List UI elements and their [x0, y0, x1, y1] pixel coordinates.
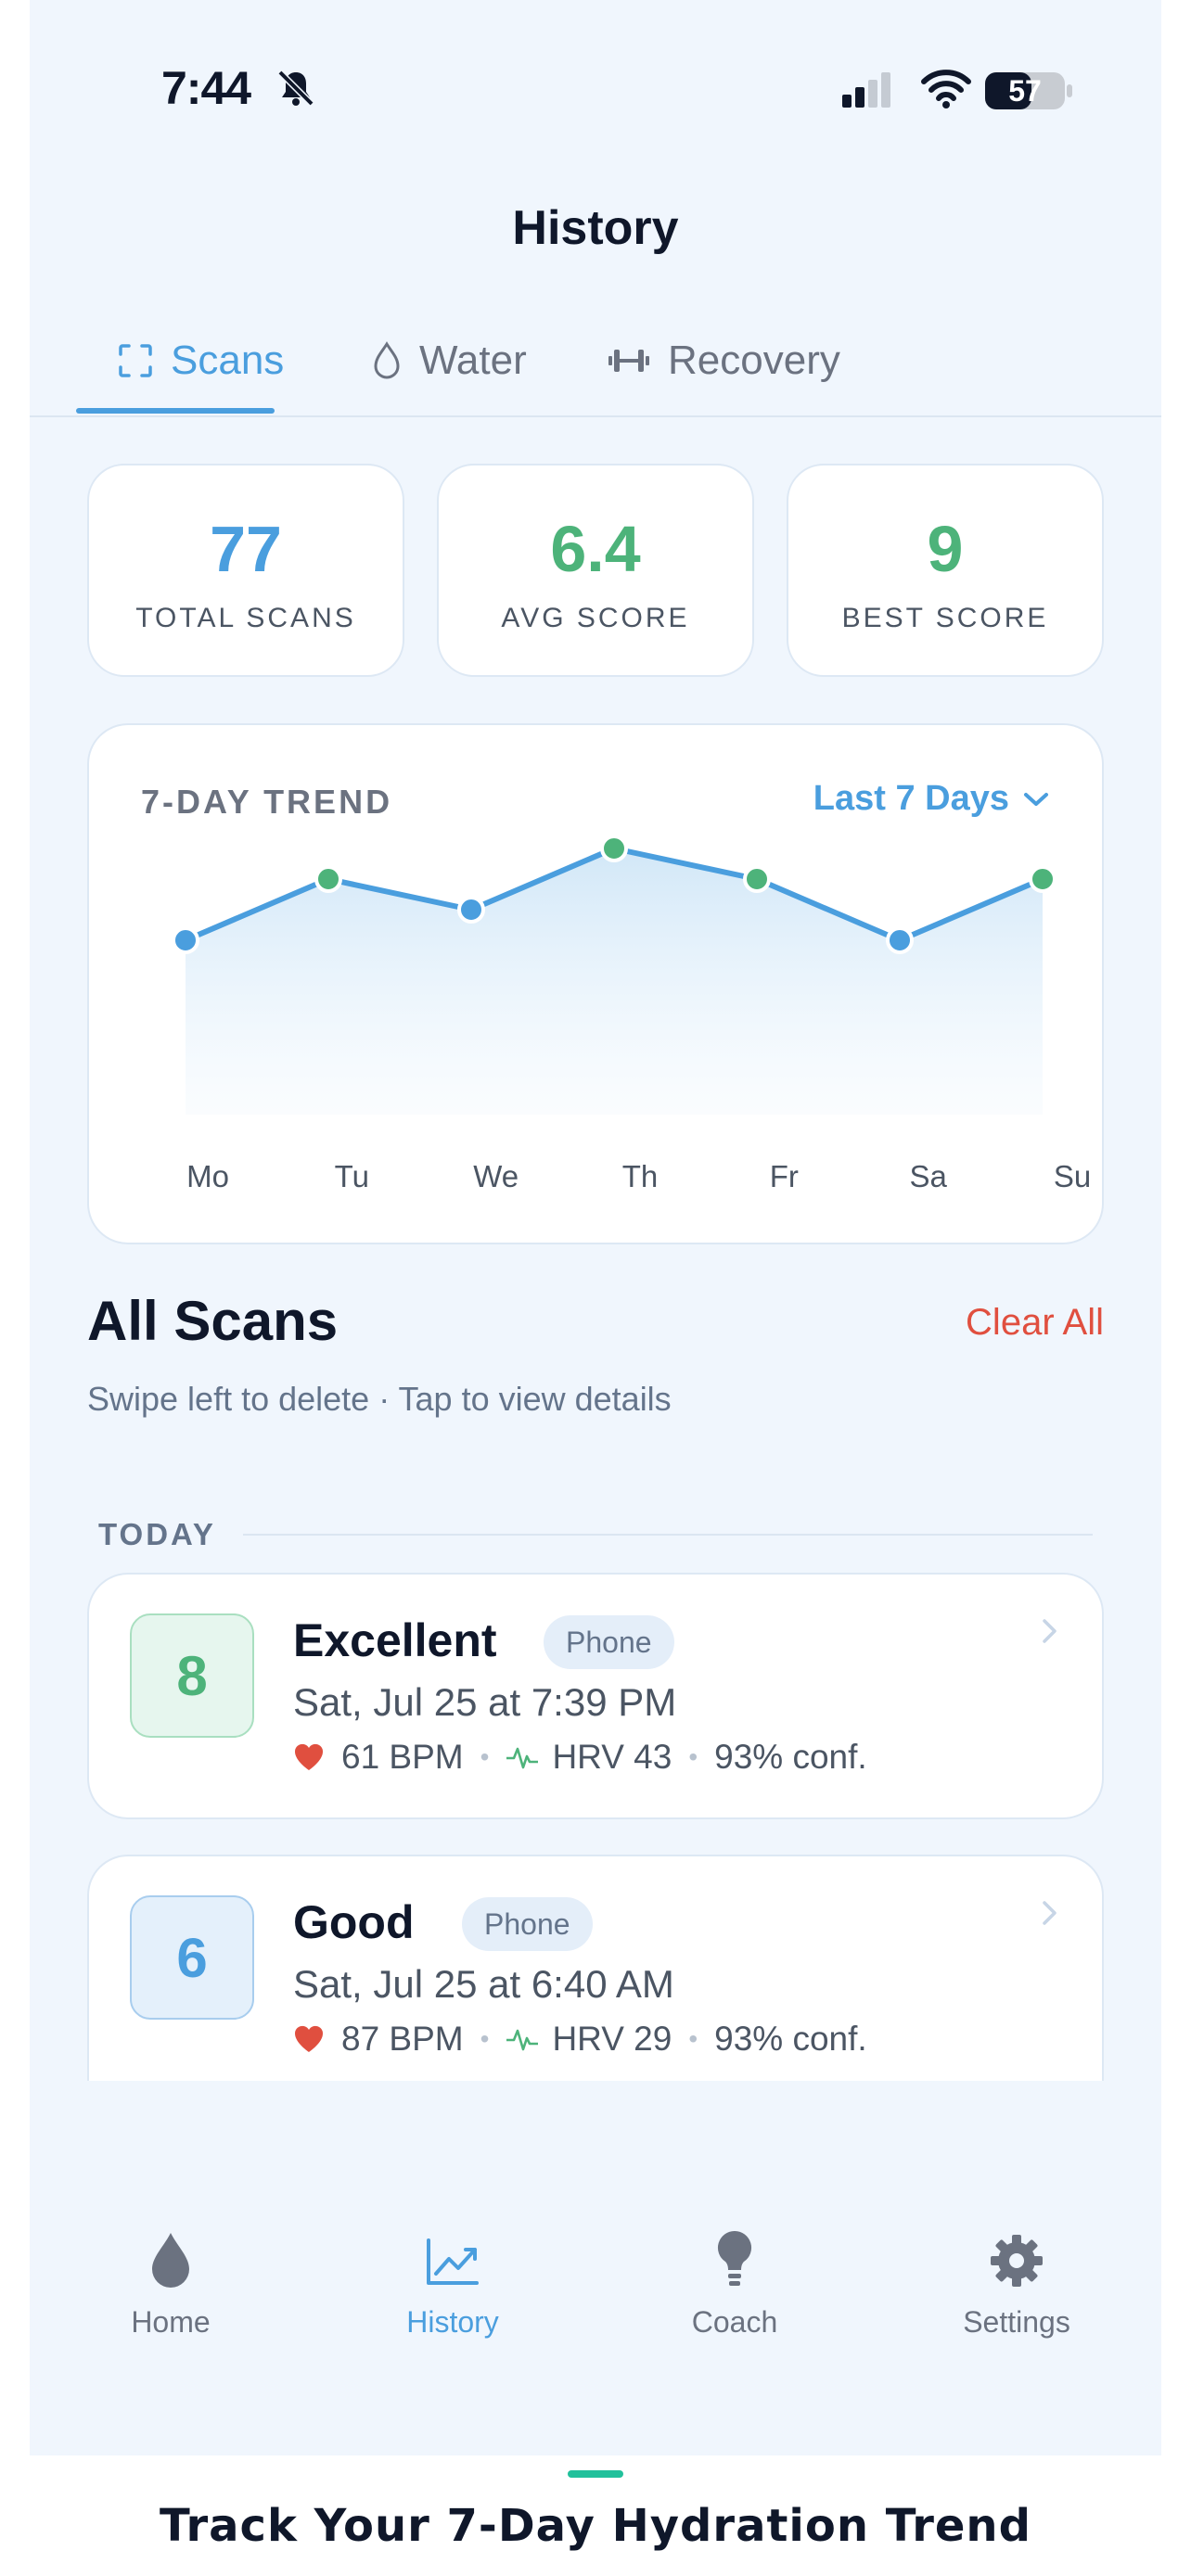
- stat-value: 6.4: [550, 513, 641, 585]
- device-badge: Phone: [544, 1615, 674, 1669]
- nav-label: Settings: [963, 2305, 1070, 2339]
- heart-icon: [294, 2025, 324, 2052]
- scan-metrics: 87 BPM • HRV 29 • 93% conf.: [293, 2020, 867, 2059]
- separator-dot: •: [480, 2024, 490, 2053]
- tab-scans[interactable]: Scans: [117, 306, 284, 415]
- chart-line-icon: [351, 2214, 555, 2289]
- stat-card-avg-score: 6.4 AVG SCORE: [437, 464, 754, 677]
- hrv-value: HRV 29: [552, 2020, 672, 2058]
- tab-label: Recovery: [668, 338, 840, 383]
- bottom-nav: Home History Coach Settings: [30, 2214, 1161, 2400]
- battery-level: 57: [1008, 74, 1042, 108]
- heart-icon: [294, 1743, 324, 1770]
- x-tick-label: Tu: [335, 1159, 369, 1193]
- trend-point: [314, 865, 342, 893]
- trend-point: [886, 926, 914, 954]
- pulse-icon: [506, 2029, 539, 2051]
- scan-date: Sat, Jul 25 at 6:40 AM: [293, 1962, 674, 2006]
- trend-point: [743, 865, 771, 893]
- nav-label: History: [406, 2305, 499, 2339]
- tabs-divider: [30, 415, 1161, 417]
- water-drop-icon: [371, 341, 403, 380]
- x-tick-label: Mo: [186, 1159, 229, 1193]
- swipe-hint: Swipe left to delete · Tap to view detai…: [87, 1380, 672, 1418]
- x-tick-label: Fr: [770, 1159, 799, 1193]
- section-divider: [243, 1534, 1093, 1536]
- home-indicator: [568, 2470, 623, 2478]
- trend-point: [172, 926, 199, 954]
- x-tick-label: Th: [622, 1159, 659, 1193]
- x-tick-label: Su: [1054, 1159, 1091, 1193]
- tab-bar: Scans Water Recovery: [74, 306, 1132, 415]
- bpm-value: 61 BPM: [341, 1738, 464, 1776]
- active-tab-indicator: [76, 408, 275, 414]
- x-tick-label: Sa: [909, 1159, 947, 1193]
- stat-value: 77: [210, 513, 282, 585]
- nav-label: Coach: [691, 2305, 778, 2339]
- bpm-value: 87 BPM: [341, 2020, 464, 2058]
- battery-icon: 57: [983, 70, 1076, 111]
- trend-point: [457, 896, 485, 924]
- trend-card: 7-DAY TREND Last 7 Days Mo Tu We Th Fr Sa Su: [87, 723, 1104, 1244]
- all-scans-title: All Scans: [87, 1290, 339, 1352]
- status-time: 7:44: [161, 62, 251, 114]
- stat-label: AVG SCORE: [501, 603, 690, 633]
- scan-card[interactable]: 6 Good Phone Sat, Jul 25 at 6:40 AM 87 B…: [87, 1855, 1104, 2081]
- nav-settings[interactable]: Settings: [915, 2214, 1119, 2340]
- x-tick-label: We: [473, 1159, 519, 1193]
- page-title: History: [512, 201, 679, 255]
- chevron-right-icon: [1043, 1619, 1057, 1643]
- trend-point: [600, 835, 628, 862]
- trend-area: [186, 848, 1043, 1115]
- nav-history[interactable]: History: [351, 2214, 555, 2340]
- confidence-value: 93% conf.: [714, 2020, 867, 2058]
- drop-icon: [69, 2214, 273, 2289]
- confidence-value: 93% conf.: [714, 1738, 867, 1776]
- trend-point: [1029, 865, 1057, 893]
- phone-screen: 7:44 57 History Scans Water Recovery 77 …: [30, 0, 1161, 2455]
- device-badge: Phone: [462, 1897, 593, 1951]
- chevron-right-icon: [1043, 1901, 1057, 1925]
- tab-label: Scans: [171, 338, 285, 383]
- scan-rating: Excellent: [293, 1614, 497, 1666]
- trend-chart: Mo Tu We Th Fr Sa Su: [172, 835, 1091, 1193]
- stat-label: TOTAL SCANS: [135, 603, 356, 633]
- tab-label: Water: [419, 338, 527, 383]
- nav-coach[interactable]: Coach: [633, 2214, 837, 2340]
- scan-metrics: 61 BPM • HRV 43 • 93% conf.: [293, 1738, 867, 1777]
- bell-muted-icon: [277, 70, 314, 107]
- scan-frame-icon: [117, 342, 154, 379]
- dumbbell-icon: [607, 345, 651, 376]
- cellular-signal-icon: [842, 72, 890, 108]
- lightbulb-icon: [633, 2214, 837, 2289]
- wifi-icon: [921, 70, 971, 108]
- score-badge: 8: [130, 1613, 254, 1738]
- section-label-today: TODAY: [98, 1517, 216, 1551]
- promo-caption: Track Your 7-Day Hydration Trend: [160, 2500, 1031, 2552]
- separator-dot: •: [480, 1742, 490, 1771]
- tab-water[interactable]: Water: [371, 306, 527, 415]
- nav-label: Home: [131, 2305, 211, 2339]
- stat-value: 9: [927, 513, 964, 585]
- hrv-value: HRV 43: [552, 1738, 672, 1776]
- gear-icon: [915, 2214, 1119, 2289]
- pulse-icon: [506, 1747, 539, 1769]
- separator-dot: •: [688, 2024, 698, 2053]
- scan-date: Sat, Jul 25 at 7:39 PM: [293, 1680, 677, 1724]
- separator-dot: •: [688, 1742, 698, 1771]
- score-badge: 6: [130, 1895, 254, 2020]
- nav-home[interactable]: Home: [69, 2214, 273, 2340]
- tab-recovery[interactable]: Recovery: [607, 306, 840, 415]
- clear-all-button[interactable]: Clear All: [966, 1302, 1104, 1344]
- stat-card-total-scans: 77 TOTAL SCANS: [87, 464, 404, 677]
- stat-card-best-score: 9 BEST SCORE: [787, 464, 1104, 677]
- scan-rating: Good: [293, 1896, 415, 1948]
- stat-label: BEST SCORE: [841, 603, 1049, 633]
- scan-card[interactable]: 8 Excellent Phone Sat, Jul 25 at 7:39 PM…: [87, 1573, 1104, 1819]
